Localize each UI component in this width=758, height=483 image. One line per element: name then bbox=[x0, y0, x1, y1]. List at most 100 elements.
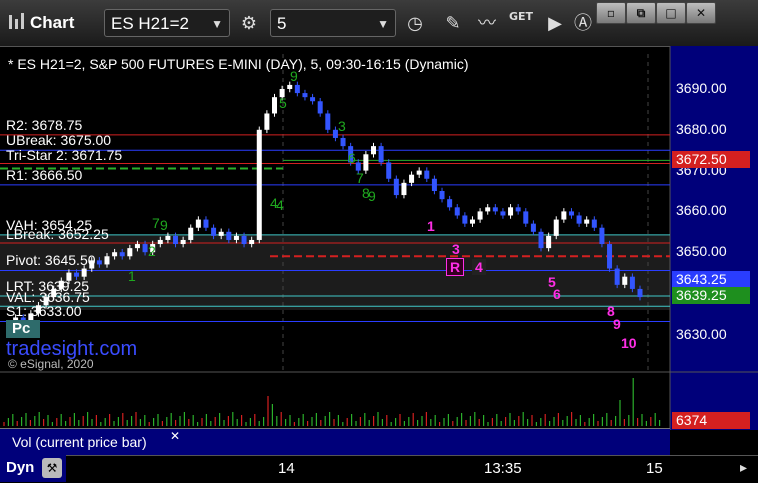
candle-body bbox=[119, 252, 125, 257]
green-level-price-tag: 3639.25 bbox=[672, 287, 750, 304]
candle-body bbox=[104, 256, 110, 265]
setup-counter-label: 9 bbox=[160, 217, 168, 233]
setup-counter-label: 6 bbox=[348, 150, 356, 166]
candle-body bbox=[370, 146, 376, 155]
dyn-button[interactable]: Dyn ⚒ bbox=[0, 455, 66, 482]
candle-body bbox=[568, 211, 574, 216]
candle-body bbox=[195, 219, 201, 228]
level-label-s1: S1: 3633.00 bbox=[6, 303, 82, 319]
level-label-r1: R1: 3666.50 bbox=[6, 167, 83, 183]
setup-counter-label: 2 bbox=[148, 243, 156, 259]
setup-counter-label: 7 bbox=[152, 215, 160, 231]
candle-body bbox=[401, 182, 407, 196]
price-axis-label: 3630.00 bbox=[676, 326, 727, 342]
candle-body bbox=[462, 215, 468, 224]
close-icon[interactable]: ✕ bbox=[170, 429, 180, 443]
time-axis bbox=[0, 455, 758, 483]
price-axis-label: 3650.00 bbox=[676, 243, 727, 259]
candle-body bbox=[294, 84, 300, 94]
setup-counter-label: 9 bbox=[368, 188, 376, 204]
level-label-lbreak: LBreak: 3652.25 bbox=[6, 226, 109, 242]
candle-body bbox=[302, 93, 308, 98]
candle-body bbox=[112, 252, 118, 257]
candle-body bbox=[74, 272, 80, 277]
candle-body bbox=[409, 174, 415, 183]
candle-body bbox=[157, 239, 163, 245]
price-axis-label: 3680.00 bbox=[676, 121, 727, 137]
candle-body bbox=[469, 219, 475, 224]
candle-body bbox=[561, 211, 567, 220]
candle-body bbox=[591, 219, 597, 228]
candle-body bbox=[226, 231, 232, 240]
counter-label: R bbox=[446, 258, 465, 276]
candle-body bbox=[431, 178, 437, 191]
setup-counter-label: 5 bbox=[279, 95, 287, 111]
level-label-tristar: Tri-Star 2: 3671.75 bbox=[6, 147, 123, 163]
counter-label: 3 bbox=[452, 241, 460, 257]
candle-body bbox=[515, 207, 521, 212]
volume-value-tag: 6374 bbox=[672, 412, 750, 429]
candle-body bbox=[264, 113, 270, 130]
candle-body bbox=[211, 227, 217, 236]
counter-label: 4 bbox=[472, 259, 486, 275]
previous-close-badge: Pc bbox=[6, 320, 40, 338]
candle-body bbox=[447, 199, 453, 208]
counter-label: 10 bbox=[621, 335, 637, 351]
candle-body bbox=[477, 211, 483, 220]
candle-body bbox=[393, 178, 399, 196]
candle-body bbox=[188, 227, 194, 240]
copyright: © eSignal, 2020 bbox=[8, 357, 94, 371]
candle-body bbox=[241, 235, 247, 245]
candle-body bbox=[378, 146, 384, 163]
candle-body bbox=[508, 207, 514, 216]
chart-title: * ES H21=2, S&P 500 FUTURES E-MINI (DAY)… bbox=[8, 56, 469, 72]
price-axis-label: 3660.00 bbox=[676, 202, 727, 218]
candle-body bbox=[546, 235, 552, 249]
candle-body bbox=[530, 223, 536, 232]
candle-body bbox=[173, 235, 179, 245]
candle-body bbox=[584, 219, 590, 224]
candle-body bbox=[485, 207, 491, 212]
price-chart[interactable] bbox=[0, 0, 758, 482]
setup-counter-label: 1 bbox=[128, 268, 136, 284]
blue-level-price-tag: 3643.25 bbox=[672, 271, 750, 288]
candle-body bbox=[287, 84, 293, 89]
dynamic-scale-icon: ⚒ bbox=[42, 458, 62, 478]
candle-body bbox=[81, 268, 87, 277]
candle-body bbox=[317, 101, 323, 114]
counter-label: 1 bbox=[427, 218, 435, 234]
volume-panel-title: Vol (current price bar) bbox=[12, 434, 147, 450]
candle-body bbox=[180, 239, 186, 245]
candle-body bbox=[325, 113, 331, 130]
volume-panel-strip bbox=[182, 428, 670, 455]
candle-body bbox=[629, 276, 635, 289]
candle-body bbox=[424, 170, 430, 179]
last-price-tag: 3672.50 bbox=[672, 151, 750, 168]
candle-body bbox=[233, 235, 239, 240]
time-axis-label: 14 bbox=[278, 460, 295, 477]
candle-body bbox=[340, 137, 346, 147]
candle-body bbox=[439, 191, 445, 200]
setup-counter-label: 7 bbox=[356, 170, 364, 186]
candle-body bbox=[96, 260, 102, 265]
candle-body bbox=[363, 154, 369, 171]
scroll-arrow-icon[interactable]: ▸ bbox=[740, 460, 747, 476]
candle-body bbox=[599, 227, 605, 245]
counter-label: 6 bbox=[553, 286, 561, 302]
candle-body bbox=[310, 97, 316, 102]
time-axis-label: 13:35 bbox=[484, 460, 522, 477]
volume-panel-label[interactable]: Vol (current price bar) bbox=[0, 428, 182, 455]
candle-body bbox=[386, 162, 392, 179]
candle-body bbox=[272, 97, 278, 114]
candle-body bbox=[614, 268, 620, 285]
time-axis-label: 15 bbox=[646, 460, 663, 477]
level-label-r2: R2: 3678.75 bbox=[6, 117, 83, 133]
candle-body bbox=[622, 276, 628, 285]
candle-body bbox=[523, 211, 529, 224]
candle-body bbox=[492, 207, 498, 212]
candle-body bbox=[576, 215, 582, 224]
level-label-ubreak: UBreak: 3675.00 bbox=[6, 132, 112, 148]
candle-body bbox=[249, 239, 255, 245]
candle-body bbox=[142, 244, 148, 253]
candle-body bbox=[416, 170, 422, 175]
